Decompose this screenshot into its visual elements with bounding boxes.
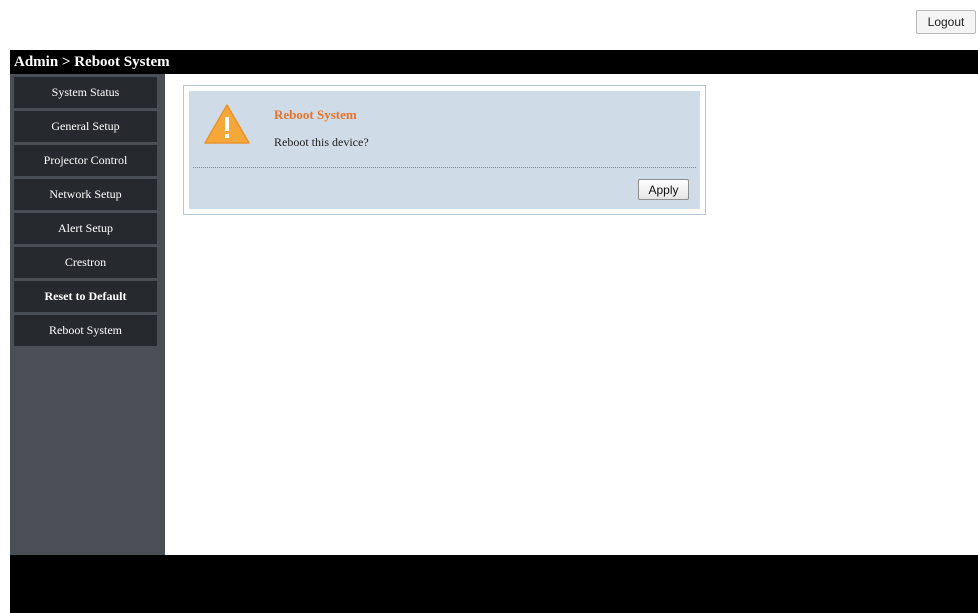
- sidebar-item-reboot-system[interactable]: Reboot System: [14, 315, 157, 346]
- logout-button[interactable]: Logout: [916, 10, 976, 34]
- sidebar-item-network-setup[interactable]: Network Setup: [14, 179, 157, 210]
- reboot-panel: Reboot System Reboot this device? Apply: [183, 85, 706, 215]
- sidebar-item-alert-setup[interactable]: Alert Setup: [14, 213, 157, 244]
- apply-button[interactable]: Apply: [638, 179, 689, 200]
- sidebar-item-projector-control[interactable]: Projector Control: [14, 145, 157, 176]
- breadcrumb-header: Admin > Reboot System: [10, 50, 978, 74]
- sidebar-item-system-status[interactable]: System Status: [14, 77, 157, 108]
- sidebar: System Status General Setup Projector Co…: [10, 74, 165, 555]
- panel-divider: [193, 167, 696, 168]
- sidebar-item-reset-to-default[interactable]: Reset to Default: [14, 281, 157, 312]
- footer-bar: [10, 555, 978, 613]
- panel-message: Reboot this device?: [274, 135, 369, 149]
- panel-title: Reboot System: [274, 107, 357, 122]
- sidebar-item-general-setup[interactable]: General Setup: [14, 111, 157, 142]
- warning-icon: [204, 104, 250, 144]
- sidebar-item-crestron[interactable]: Crestron: [14, 247, 157, 278]
- reboot-panel-body: Reboot System Reboot this device? Apply: [189, 91, 700, 209]
